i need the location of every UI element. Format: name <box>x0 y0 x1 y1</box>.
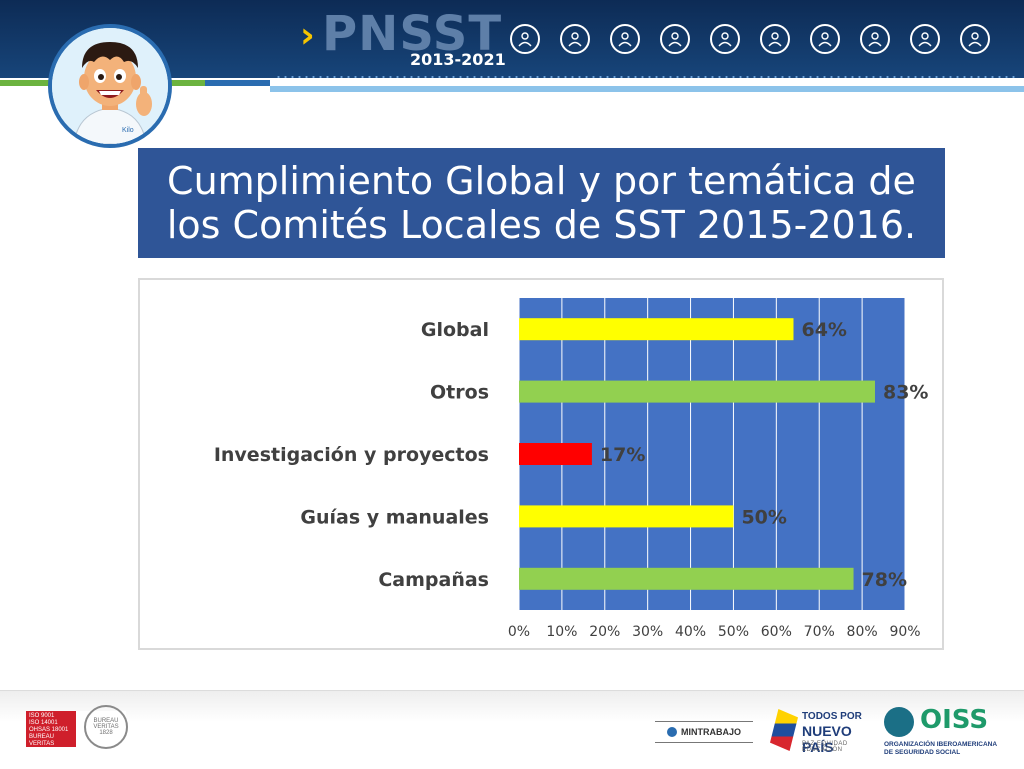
oiss-emblem-icon <box>884 707 914 737</box>
bar <box>519 443 592 465</box>
worker-icon-6 <box>760 24 790 54</box>
page-title: Cumplimiento Global y por temática de lo… <box>167 159 916 247</box>
mascot-avatar: Kilo <box>48 24 172 148</box>
todos-por-un-nuevo-pais-logo: TODOS POR UN NUEVO PAÍS PAZ EQUIDAD EDUC… <box>770 705 874 755</box>
mintrabajo-label: MINTRABAJO <box>681 727 741 737</box>
cert-label: ISO 9001 ISO 14001 OHSAS 18001 BUREAU VE… <box>26 711 76 754</box>
worker-icon-2 <box>560 24 590 54</box>
bureau-veritas-seal-icon: BUREAU VERITAS 1828 <box>84 705 128 749</box>
category-label: Otros <box>430 382 489 404</box>
title-line-1: Cumplimiento Global y por temática de <box>167 159 916 203</box>
data-label: 78% <box>862 569 907 591</box>
category-label: Global <box>421 319 489 341</box>
x-tick-label: 20% <box>589 624 620 640</box>
data-label: 17% <box>600 444 645 466</box>
data-label: 64% <box>801 319 846 341</box>
colombia-shield-icon <box>667 727 677 737</box>
x-tick-label: 40% <box>675 624 706 640</box>
header-accent-lightblue <box>270 86 1024 92</box>
category-label: Guías y manuales <box>300 506 489 528</box>
bar-chart: 0% 10% 20% 30% 40% 50% 60% 70% 80% 90% 64% Global 83… <box>214 298 928 640</box>
worker-icon-1 <box>510 24 540 54</box>
mascot-shirt-text: Kilo <box>122 127 134 134</box>
category-label: Investigación y proyectos <box>214 444 489 466</box>
category-label: Campañas <box>378 569 489 591</box>
chart-frame: 0% 10% 20% 30% 40% 50% 60% 70% 80% 90% 64% Global 83… <box>138 278 944 650</box>
worker-icon-7 <box>810 24 840 54</box>
bar <box>519 318 794 341</box>
x-tick-label: 10% <box>546 624 577 640</box>
worker-icon-9 <box>910 24 940 54</box>
x-tick-label: 60% <box>761 624 792 640</box>
worker-icon-5 <box>710 24 740 54</box>
oiss-logo: OISS ORGANIZACIÓN IBEROAMERICANA DE SEGU… <box>884 705 998 756</box>
x-tick-label: 50% <box>718 624 749 640</box>
title-banner: Cumplimiento Global y por temática de lo… <box>138 148 945 258</box>
mintrabajo-logo: MINTRABAJO <box>655 721 753 743</box>
header-dotted-line <box>275 76 1015 78</box>
title-line-2: los Comités Locales de SST 2015-2016. <box>166 203 917 247</box>
mascot-illustration: Kilo <box>52 28 168 144</box>
colombia-flag-icon <box>770 709 798 751</box>
data-label: 50% <box>741 506 786 528</box>
worker-icon-4 <box>660 24 690 54</box>
x-tick-label: 30% <box>632 624 663 640</box>
bar <box>519 567 854 590</box>
header-accent-blue <box>205 80 270 86</box>
bar <box>519 380 875 403</box>
brand-arrow: › <box>300 15 315 56</box>
data-label: 83% <box>883 382 928 404</box>
worker-icon-3 <box>610 24 640 54</box>
worker-icon-8 <box>860 24 890 54</box>
x-tick-label: 70% <box>804 624 835 640</box>
x-tick-label: 0% <box>508 624 530 640</box>
x-tick-label: 90% <box>889 624 920 640</box>
brand-years: 2013-2021 <box>410 50 506 69</box>
bar <box>519 505 734 528</box>
x-tick-label: 80% <box>847 624 878 640</box>
footer: ISO 9001 ISO 14001 OHSAS 18001 BUREAU VE… <box>0 690 1024 769</box>
worker-icon-10 <box>960 24 990 54</box>
certification-badge: ISO 9001 ISO 14001 OHSAS 18001 BUREAU VE… <box>26 705 128 754</box>
